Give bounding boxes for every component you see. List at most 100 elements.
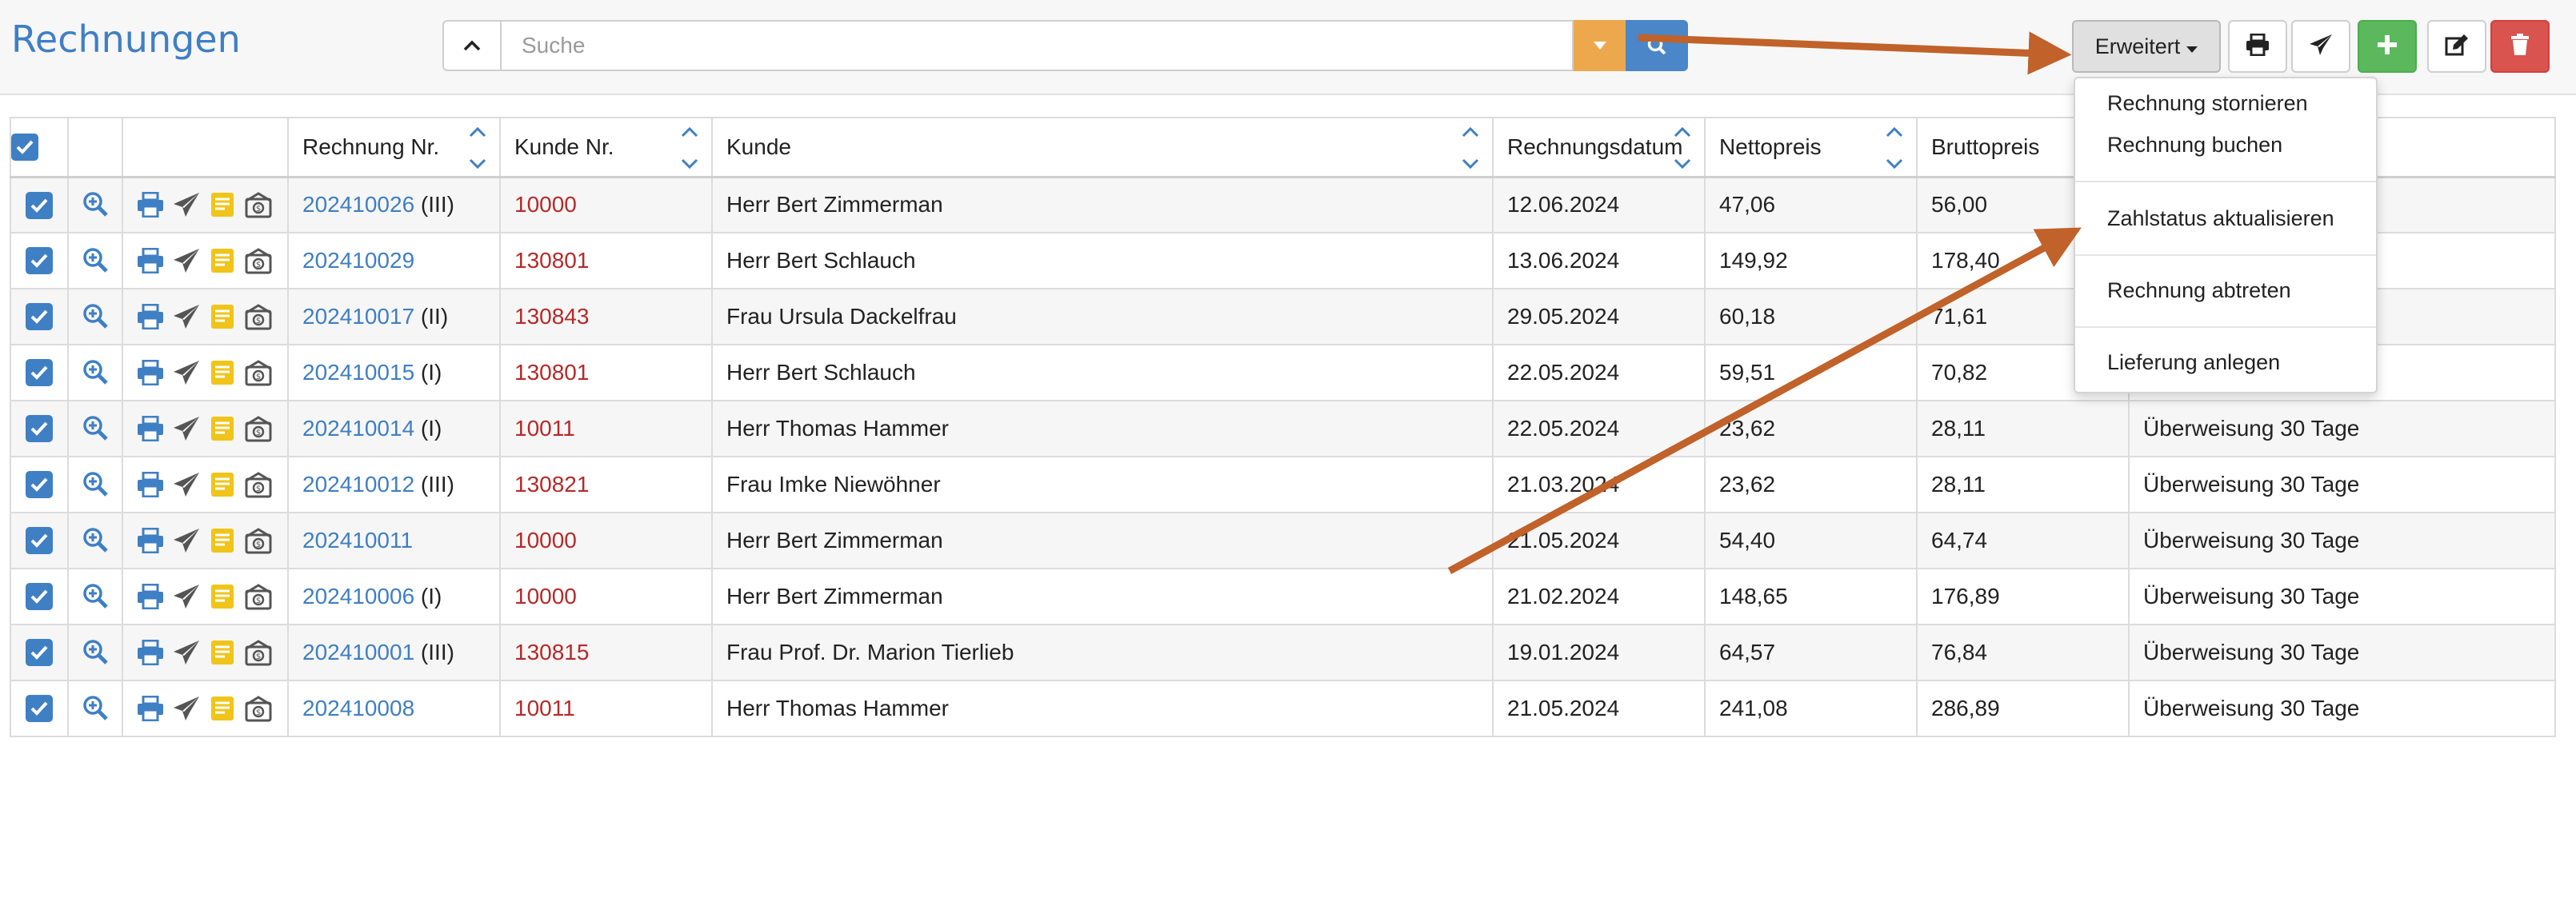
row-checkbox[interactable]	[26, 695, 53, 723]
magnifier-plus-icon[interactable]	[78, 411, 112, 445]
select-all-checkbox[interactable]	[12, 134, 38, 162]
table-row[interactable]: $ 202410008 10011 Herr Thomas Hammer 21.…	[10, 680, 2556, 737]
paper-plane-icon[interactable]	[170, 412, 202, 445]
search-button[interactable]	[1626, 20, 1688, 71]
rechnung-nr-link[interactable]: 202410017	[302, 304, 414, 329]
money-envelope-icon[interactable]: $	[242, 188, 274, 222]
paper-plane-icon[interactable]	[170, 244, 202, 277]
note-icon[interactable]	[206, 692, 238, 725]
kunde-nr-link[interactable]: 10011	[514, 696, 575, 720]
paper-plane-icon[interactable]	[170, 580, 202, 613]
magnifier-plus-icon[interactable]	[78, 299, 112, 333]
row-checkbox[interactable]	[26, 583, 53, 611]
print-button[interactable]	[2228, 20, 2287, 73]
money-envelope-icon[interactable]: $	[242, 524, 274, 557]
print-icon[interactable]	[134, 188, 166, 222]
note-icon[interactable]	[206, 356, 238, 389]
note-icon[interactable]	[206, 468, 238, 501]
print-icon[interactable]	[134, 356, 166, 389]
kunde-nr-link[interactable]: 130801	[514, 360, 589, 385]
rechnung-nr-link[interactable]: 202410006	[302, 584, 414, 609]
magnifier-plus-icon[interactable]	[78, 579, 112, 613]
sort-icon[interactable]	[1672, 125, 1693, 171]
magnifier-plus-icon[interactable]	[78, 523, 112, 557]
money-envelope-icon[interactable]: $	[242, 468, 274, 501]
kunde-nr-link[interactable]: 130821	[514, 472, 589, 497]
erweitert-dropdown-button[interactable]: Erweitert	[2072, 20, 2221, 73]
magnifier-plus-icon[interactable]	[78, 355, 112, 389]
paper-plane-icon[interactable]	[170, 636, 202, 669]
table-row[interactable]: $ 202410014 (I) 10011 Herr Thomas Hammer…	[10, 400, 2556, 457]
note-icon[interactable]	[206, 300, 238, 333]
filter-dropdown-button[interactable]	[1574, 20, 1626, 71]
kunde-nr-link[interactable]: 130815	[514, 640, 589, 665]
rechnung-nr-link[interactable]: 202410012	[302, 472, 414, 497]
print-icon[interactable]	[134, 412, 166, 445]
menu-item-zahlstatus-aktualisieren[interactable]: Zahlstatus aktualisieren	[2107, 206, 2334, 231]
sort-icon[interactable]	[467, 125, 488, 171]
menu-item-rechnung-buchen[interactable]: Rechnung buchen	[2107, 133, 2282, 158]
kunde-nr-link[interactable]: 10000	[514, 584, 577, 609]
table-row[interactable]: $ 202410001 (III) 130815 Frau Prof. Dr. …	[10, 624, 2556, 681]
collapse-search-button[interactable]	[442, 20, 502, 71]
magnifier-plus-icon[interactable]	[78, 691, 112, 724]
header-kunde-nr[interactable]: Kunde Nr.	[499, 117, 713, 178]
rechnung-nr-link[interactable]: 202410011	[302, 528, 413, 553]
paper-plane-icon[interactable]	[170, 300, 202, 333]
sort-icon[interactable]	[1460, 125, 1481, 171]
menu-item-rechnung-stornieren[interactable]: Rechnung stornieren	[2107, 91, 2308, 116]
header-kunde[interactable]: Kunde	[711, 117, 1494, 178]
print-icon[interactable]	[134, 692, 166, 725]
kunde-nr-link[interactable]: 130801	[514, 248, 589, 273]
rechnung-nr-link[interactable]: 202410008	[302, 696, 414, 720]
money-envelope-icon[interactable]: $	[242, 356, 274, 389]
note-icon[interactable]	[206, 188, 238, 222]
rechnung-nr-link[interactable]: 202410029	[302, 248, 414, 273]
kunde-nr-link[interactable]: 10000	[514, 192, 577, 217]
print-icon[interactable]	[134, 300, 166, 333]
paper-plane-icon[interactable]	[170, 692, 202, 725]
rechnung-nr-link[interactable]: 202410014	[302, 416, 414, 441]
note-icon[interactable]	[206, 412, 238, 445]
kunde-nr-link[interactable]: 10011	[514, 416, 575, 441]
row-checkbox[interactable]	[26, 191, 53, 219]
header-rechnungsdatum[interactable]: Rechnungsdatum	[1492, 117, 1706, 178]
money-envelope-icon[interactable]: $	[242, 580, 274, 613]
paper-plane-icon[interactable]	[170, 188, 202, 222]
table-row[interactable]: $ 202410011 10000 Herr Bert Zimmerman 21…	[10, 512, 2556, 569]
magnifier-plus-icon[interactable]	[78, 635, 112, 669]
row-checkbox[interactable]	[26, 247, 53, 275]
row-checkbox[interactable]	[26, 639, 53, 667]
rechnung-nr-link[interactable]: 202410015	[302, 360, 414, 385]
note-icon[interactable]	[206, 580, 238, 613]
table-row[interactable]: $ 202410012 (III) 130821 Frau Imke Niewö…	[10, 456, 2556, 513]
rechnung-nr-link[interactable]: 202410026	[302, 192, 414, 217]
send-button[interactable]	[2291, 20, 2350, 73]
menu-item-lieferung-anlegen[interactable]: Lieferung anlegen	[2107, 350, 2280, 375]
row-checkbox[interactable]	[26, 303, 53, 331]
print-icon[interactable]	[134, 580, 166, 613]
row-checkbox[interactable]	[26, 415, 53, 443]
edit-button[interactable]	[2427, 20, 2486, 73]
add-button[interactable]	[2358, 20, 2417, 73]
delete-button[interactable]	[2490, 20, 2550, 73]
print-icon[interactable]	[134, 524, 166, 557]
paper-plane-icon[interactable]	[170, 468, 202, 501]
money-envelope-icon[interactable]: $	[242, 244, 274, 277]
money-envelope-icon[interactable]: $	[242, 412, 274, 445]
money-envelope-icon[interactable]: $	[242, 636, 274, 669]
magnifier-plus-icon[interactable]	[78, 467, 112, 501]
kunde-nr-link[interactable]: 10000	[514, 528, 577, 553]
table-row[interactable]: $ 202410006 (I) 10000 Herr Bert Zimmerma…	[10, 568, 2556, 625]
note-icon[interactable]	[206, 636, 238, 669]
paper-plane-icon[interactable]	[170, 524, 202, 557]
search-input[interactable]	[502, 20, 1574, 71]
row-checkbox[interactable]	[26, 359, 53, 387]
magnifier-plus-icon[interactable]	[78, 187, 112, 221]
sort-icon[interactable]	[679, 125, 700, 171]
header-rechnung-nr[interactable]: Rechnung Nr.	[287, 117, 501, 178]
print-icon[interactable]	[134, 468, 166, 501]
row-checkbox[interactable]	[26, 471, 53, 499]
sort-icon[interactable]	[1884, 125, 1905, 171]
row-checkbox[interactable]	[26, 527, 53, 555]
